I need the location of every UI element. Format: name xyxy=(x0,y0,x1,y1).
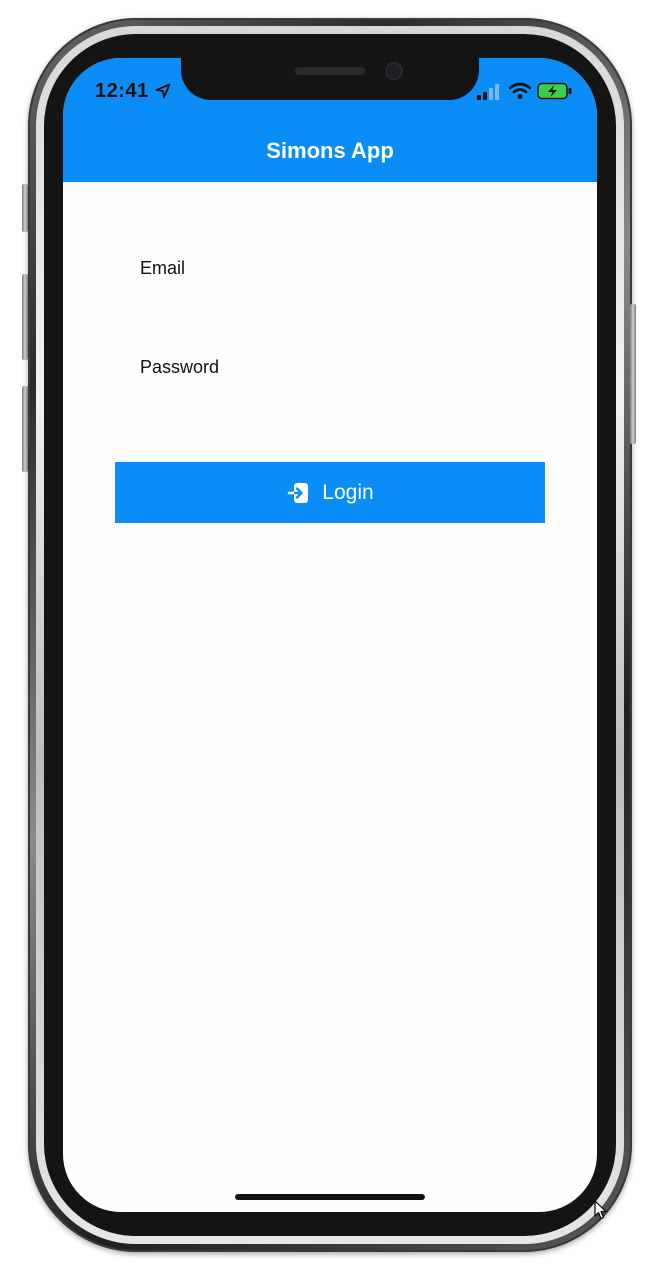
power-button xyxy=(630,304,636,444)
app-title: Simons App xyxy=(266,138,394,163)
device-stage: 12:41 Simons App Email Password Login xyxy=(0,0,656,1277)
camera-notch xyxy=(181,58,479,100)
email-label: Email xyxy=(140,258,186,278)
cellular-signal-icon xyxy=(477,84,499,100)
home-indicator[interactable] xyxy=(235,1194,425,1200)
status-time: 12:41 xyxy=(95,80,149,102)
login-button-label: Login xyxy=(322,480,374,504)
volume-down-button xyxy=(22,386,28,472)
location-arrow-icon xyxy=(155,83,171,99)
password-label: Password xyxy=(140,357,220,377)
mute-switch xyxy=(22,184,28,232)
battery-charging-icon xyxy=(537,82,572,100)
front-camera xyxy=(387,64,401,78)
login-arrow-icon xyxy=(286,482,309,503)
login-button[interactable]: Login xyxy=(115,462,545,523)
earpiece-speaker xyxy=(295,67,365,75)
volume-up-button xyxy=(22,274,28,360)
wifi-icon xyxy=(509,82,531,99)
screen: 12:41 Simons App Email Password Login xyxy=(63,58,597,1212)
email-field[interactable] xyxy=(140,298,540,324)
mouse-cursor-icon xyxy=(594,1200,607,1220)
password-field[interactable] xyxy=(140,397,540,423)
app-header: 12:41 Simons App xyxy=(63,58,597,182)
